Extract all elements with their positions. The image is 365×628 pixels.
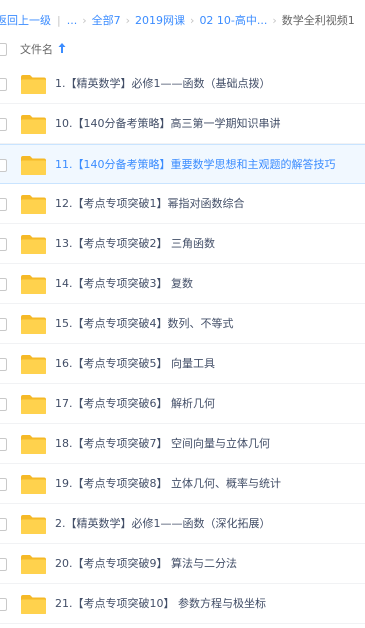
file-name[interactable]: 13.【考点专项突破2】 三角函数 bbox=[55, 224, 215, 264]
file-name[interactable]: 2.【精英数学】必修1——函数（深化拓展） bbox=[55, 504, 271, 544]
breadcrumb-ellipsis[interactable]: ... bbox=[67, 14, 78, 27]
breadcrumb-separator: › bbox=[82, 13, 87, 27]
file-row[interactable]: 12.【考点专项突破1】幂指对函数综合 bbox=[0, 184, 365, 224]
breadcrumb-item-all[interactable]: 全部7 bbox=[92, 12, 121, 28]
folder-icon bbox=[21, 555, 46, 574]
file-row[interactable]: 10.【140分备考策略】高三第一学期知识串讲 bbox=[0, 104, 365, 144]
file-row[interactable]: 21.【考点专项突破10】 参数方程与极坐标 bbox=[0, 584, 365, 624]
file-name[interactable]: 1.【精英数学】必修1——函数（基础点拨） bbox=[55, 64, 271, 104]
folder-icon bbox=[21, 195, 46, 214]
arrow-up-icon[interactable] bbox=[57, 42, 67, 54]
file-row[interactable]: 14.【考点专项突破3】 复数 bbox=[0, 264, 365, 304]
breadcrumb: 返回上一级 | ... › 全部7 › 2019网课 › 02 10-高中...… bbox=[0, 0, 365, 40]
row-checkbox[interactable] bbox=[0, 318, 7, 331]
list-header: 文件名 bbox=[0, 36, 365, 62]
folder-icon bbox=[21, 595, 46, 614]
folder-icon bbox=[21, 395, 46, 414]
file-row[interactable]: 15.【考点专项突破4】数列、不等式 bbox=[0, 304, 365, 344]
folder-icon bbox=[21, 355, 46, 374]
folder-icon bbox=[21, 156, 46, 175]
file-name[interactable]: 10.【140分备考策略】高三第一学期知识串讲 bbox=[55, 104, 281, 144]
breadcrumb-separator: › bbox=[190, 13, 195, 27]
folder-icon bbox=[21, 115, 46, 134]
file-name[interactable]: 11.【140分备考策略】重要数学思想和主观题的解答技巧 bbox=[55, 145, 336, 185]
breadcrumb-divider: | bbox=[57, 13, 61, 27]
file-name[interactable]: 16.【考点专项突破5】 向量工具 bbox=[55, 344, 215, 384]
folder-icon bbox=[21, 475, 46, 494]
folder-icon bbox=[21, 435, 46, 454]
row-checkbox[interactable] bbox=[0, 478, 7, 491]
row-checkbox[interactable] bbox=[0, 78, 7, 91]
file-name[interactable]: 21.【考点专项突破10】 参数方程与极坐标 bbox=[55, 584, 266, 624]
file-row[interactable]: 18.【考点专项突破7】 空间向量与立体几何 bbox=[0, 424, 365, 464]
file-row[interactable]: 19.【考点专项突破8】 立体几何、概率与统计 bbox=[0, 464, 365, 504]
breadcrumb-separator: › bbox=[125, 13, 131, 27]
row-checkbox[interactable] bbox=[0, 598, 7, 611]
breadcrumb-item-high-school[interactable]: 02 10-高中... bbox=[199, 12, 267, 28]
file-row[interactable]: 16.【考点专项突破5】 向量工具 bbox=[0, 344, 365, 384]
row-checkbox[interactable] bbox=[0, 358, 7, 371]
row-checkbox[interactable] bbox=[0, 238, 7, 251]
folder-icon bbox=[21, 315, 46, 334]
file-name[interactable]: 17.【考点专项突破6】 解析几何 bbox=[55, 384, 215, 424]
row-checkbox[interactable] bbox=[0, 558, 7, 571]
back-link[interactable]: 返回上一级 bbox=[0, 12, 51, 28]
file-name[interactable]: 20.【考点专项突破9】 算法与二分法 bbox=[55, 544, 237, 584]
file-name[interactable]: 18.【考点专项突破7】 空间向量与立体几何 bbox=[55, 424, 270, 464]
file-name[interactable]: 15.【考点专项突破4】数列、不等式 bbox=[55, 304, 234, 344]
file-row[interactable]: 20.【考点专项突破9】 算法与二分法 bbox=[0, 544, 365, 584]
folder-icon bbox=[21, 515, 46, 534]
file-name[interactable]: 12.【考点专项突破1】幂指对函数综合 bbox=[55, 184, 245, 224]
file-browser: 返回上一级 | ... › 全部7 › 2019网课 › 02 10-高中...… bbox=[0, 0, 365, 628]
row-checkbox[interactable] bbox=[0, 398, 7, 411]
row-checkbox[interactable] bbox=[0, 438, 7, 451]
file-row[interactable]: 2.【精英数学】必修1——函数（深化拓展） bbox=[0, 504, 365, 544]
file-row[interactable]: 13.【考点专项突破2】 三角函数 bbox=[0, 224, 365, 264]
file-row[interactable]: 11.【140分备考策略】重要数学思想和主观题的解答技巧 bbox=[0, 144, 365, 184]
breadcrumb-item-2019[interactable]: 2019网课 bbox=[135, 12, 185, 28]
row-checkbox[interactable] bbox=[0, 198, 7, 211]
row-checkbox[interactable] bbox=[0, 278, 7, 291]
file-row[interactable]: 17.【考点专项突破6】 解析几何 bbox=[0, 384, 365, 424]
row-checkbox[interactable] bbox=[0, 518, 7, 531]
file-row[interactable]: 1.【精英数学】必修1——函数（基础点拨） bbox=[0, 64, 365, 104]
folder-icon bbox=[21, 75, 46, 94]
file-list: 1.【精英数学】必修1——函数（基础点拨） 10.【140分备考策略】高三第一学期… bbox=[0, 64, 365, 624]
row-checkbox[interactable] bbox=[0, 118, 7, 131]
folder-icon bbox=[21, 275, 46, 294]
select-all-checkbox[interactable] bbox=[0, 42, 7, 56]
column-header-filename[interactable]: 文件名 bbox=[20, 41, 53, 57]
row-checkbox[interactable] bbox=[0, 159, 7, 172]
breadcrumb-current: 数学全利视频1 bbox=[281, 14, 355, 27]
folder-icon bbox=[21, 235, 46, 254]
file-name[interactable]: 14.【考点专项突破3】 复数 bbox=[55, 264, 193, 304]
breadcrumb-separator: › bbox=[272, 13, 277, 27]
file-name[interactable]: 19.【考点专项突破8】 立体几何、概率与统计 bbox=[55, 464, 281, 504]
